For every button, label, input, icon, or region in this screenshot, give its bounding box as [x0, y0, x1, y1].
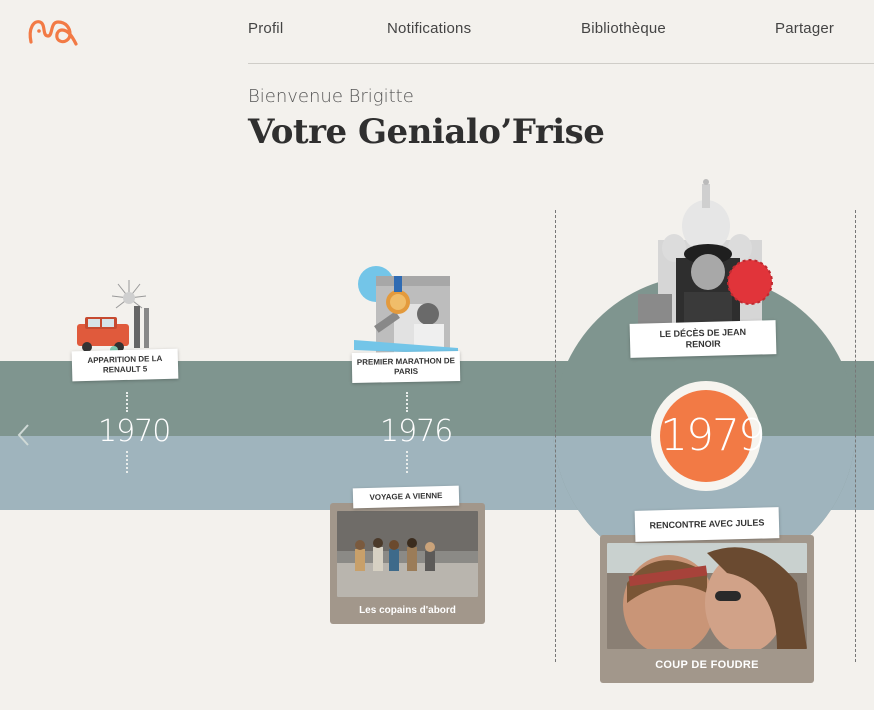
year-1970[interactable]: 1970 [98, 414, 171, 449]
event-label-rencontre-jules[interactable]: RENCONTRE AVEC JULES [634, 507, 780, 542]
nav-partager[interactable]: Partager [775, 20, 834, 37]
card-photo [607, 543, 807, 649]
event-label-deces-renoir[interactable]: LE DÉCÈS DE JEAN RENOIR [629, 320, 777, 358]
year-tick-upper [406, 392, 408, 412]
event-label-renault-5[interactable]: APPARITION DE LA RENAULT 5 [71, 348, 179, 382]
marathon-illustration [354, 266, 458, 356]
chevron-left-icon[interactable] [14, 422, 34, 448]
genialo-logo-icon[interactable] [26, 14, 80, 48]
nav-profil[interactable]: Profil [248, 20, 283, 37]
selection-guide-right [855, 210, 856, 662]
top-navigation: Profil Notifications Bibliothèque Partag… [248, 20, 874, 64]
card-caption: COUP DE FOUDRE [655, 659, 759, 671]
renault-5-illustration [77, 280, 149, 354]
nav-notifications[interactable]: Notifications [387, 20, 471, 37]
welcome-text: Bienvenue Brigitte [248, 86, 414, 107]
sacre-coeur-renoir-illustration [638, 179, 773, 326]
nav-bibliotheque[interactable]: Bibliothèque [581, 20, 666, 37]
memory-card-coup-de-foudre[interactable]: COUP DE FOUDRE [600, 535, 814, 683]
memory-card-vienne[interactable]: Les copains d'abord [330, 503, 485, 624]
year-tick-lower [126, 451, 128, 473]
card-caption: Les copains d'abord [359, 605, 456, 616]
card-photo [337, 511, 478, 597]
year-1979-selected[interactable]: 1979 [660, 390, 766, 482]
year-tick-lower [406, 451, 408, 473]
selection-guide-left [555, 210, 556, 662]
year-tick-upper [126, 392, 128, 412]
year-1976[interactable]: 1976 [380, 414, 453, 449]
event-label-marathon[interactable]: PREMIER MARATHON DE PARIS [351, 351, 461, 383]
event-label-voyage-vienne[interactable]: VOYAGE A VIENNE [352, 485, 460, 509]
page-title: Votre Genialo’Frise [248, 112, 605, 152]
